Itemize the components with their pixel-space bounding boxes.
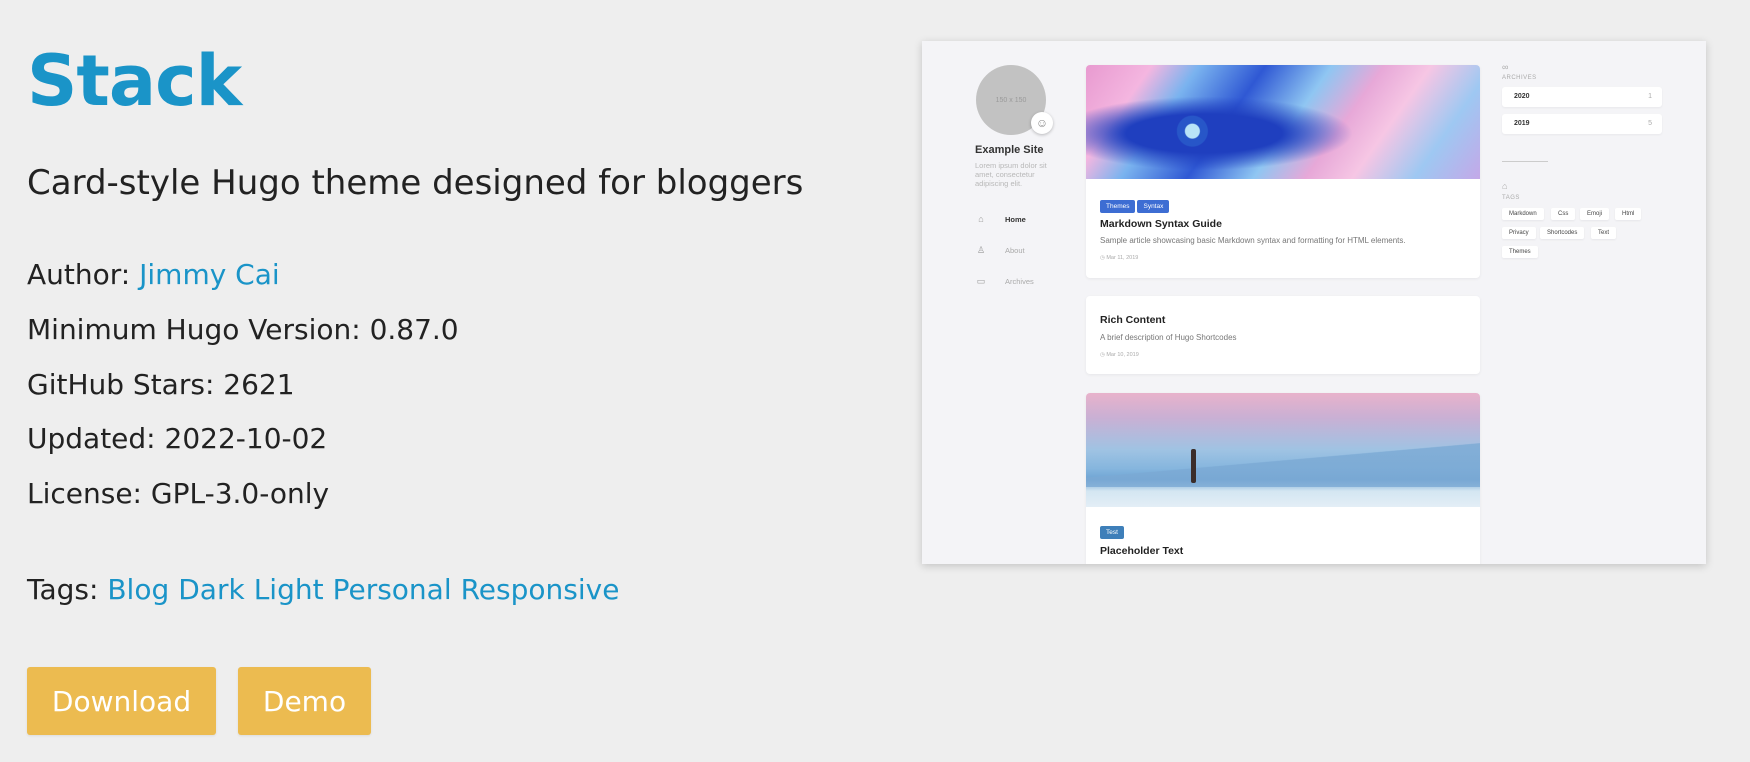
tag-chip: Markdown	[1502, 208, 1544, 220]
tag-chip: Privacy	[1502, 227, 1536, 239]
emoji-badge-icon: ☺	[1031, 112, 1053, 134]
tag-link-personal[interactable]: Personal	[333, 573, 452, 606]
user-icon: ♙	[976, 245, 986, 255]
theme-description: Card-style Hugo theme designed for blogg…	[27, 163, 804, 203]
archive-year: 2019 5	[1502, 114, 1662, 134]
tag-chip: Css	[1551, 208, 1576, 220]
tags-label: Tags:	[27, 573, 99, 606]
demo-button[interactable]: Demo	[238, 667, 371, 735]
widget-divider	[1502, 161, 1548, 162]
download-button[interactable]: Download	[27, 667, 216, 735]
tag-icon: ⌂	[1502, 181, 1508, 191]
archive-icon: ▭	[976, 276, 986, 286]
post-image-landscape	[1086, 393, 1480, 507]
site-description: Lorem ipsum dolor sit amet, consectetur …	[975, 161, 1047, 188]
post-description: Sample article showcasing basic Markdown…	[1100, 236, 1406, 245]
nav-item-about: ♙ About	[975, 245, 1025, 256]
author-line: Author: Jimmy Cai	[27, 258, 280, 291]
clock-icon: ◷	[1100, 255, 1105, 261]
tags-line: Tags: Blog Dark Light Personal Responsive	[27, 573, 628, 606]
nav-item-home: ⌂ Home	[975, 214, 1026, 224]
post-image-marble	[1086, 65, 1480, 179]
site-name: Example Site	[975, 144, 1044, 156]
post-tag: Themes	[1100, 200, 1136, 213]
nav-label: About	[1005, 246, 1025, 255]
tag-link-dark[interactable]: Dark	[178, 573, 244, 606]
post-card: Rich Content A brief description of Hugo…	[1086, 296, 1480, 374]
github-stars: GitHub Stars: 2621	[27, 368, 295, 401]
min-version: Minimum Hugo Version: 0.87.0	[27, 313, 459, 346]
tag-chip: Emoji	[1580, 208, 1610, 220]
author-label: Author:	[27, 258, 131, 291]
post-tags: Themes Syntax	[1100, 195, 1171, 213]
post-tag: Test	[1100, 526, 1124, 539]
updated-date: Updated: 2022-10-02	[27, 422, 328, 455]
theme-screenshot: 150 x 150 ☺ Example Site Lorem ipsum dol…	[922, 41, 1706, 564]
tag-chip: Html	[1615, 208, 1642, 220]
infinity-icon: ∞	[1502, 62, 1509, 72]
walking-figure	[1191, 449, 1196, 483]
post-title: Rich Content	[1100, 314, 1166, 326]
archives-heading: ARCHIVES	[1502, 75, 1537, 81]
post-description: A brief description of Hugo Shortcodes	[1100, 333, 1237, 342]
nav-label: Archives	[1005, 277, 1034, 286]
post-title: Markdown Syntax Guide	[1100, 218, 1222, 230]
archive-year: 2020 1	[1502, 87, 1662, 107]
theme-title: Stack	[27, 40, 242, 122]
clock-icon: ◷	[1100, 352, 1105, 358]
mountains	[1086, 441, 1480, 487]
tags-heading: TAGS	[1502, 195, 1520, 201]
license: License: GPL-3.0-only	[27, 477, 330, 510]
post-date: ◷ Mar 10, 2019	[1100, 352, 1139, 358]
post-card: Test Placeholder Text	[1086, 393, 1480, 564]
tag-chip: Text	[1591, 227, 1617, 239]
nav-item-archives: ▭ Archives	[975, 276, 1034, 287]
post-date: ◷ Mar 11, 2019	[1100, 255, 1139, 261]
post-card: Themes Syntax Markdown Syntax Guide Sampl…	[1086, 65, 1480, 278]
post-tag: Syntax	[1137, 200, 1170, 213]
post-tags: Test	[1100, 521, 1126, 539]
tag-chip: Themes	[1502, 246, 1538, 258]
tag-chip: Shortcodes	[1540, 227, 1585, 239]
tag-link-blog[interactable]: Blog	[107, 573, 169, 606]
home-icon: ⌂	[978, 214, 984, 224]
post-title: Placeholder Text	[1100, 545, 1184, 557]
nav-label: Home	[1005, 214, 1026, 224]
tag-link-responsive[interactable]: Responsive	[461, 573, 620, 606]
author-link[interactable]: Jimmy Cai	[139, 258, 280, 291]
tag-link-light[interactable]: Light	[254, 573, 324, 606]
